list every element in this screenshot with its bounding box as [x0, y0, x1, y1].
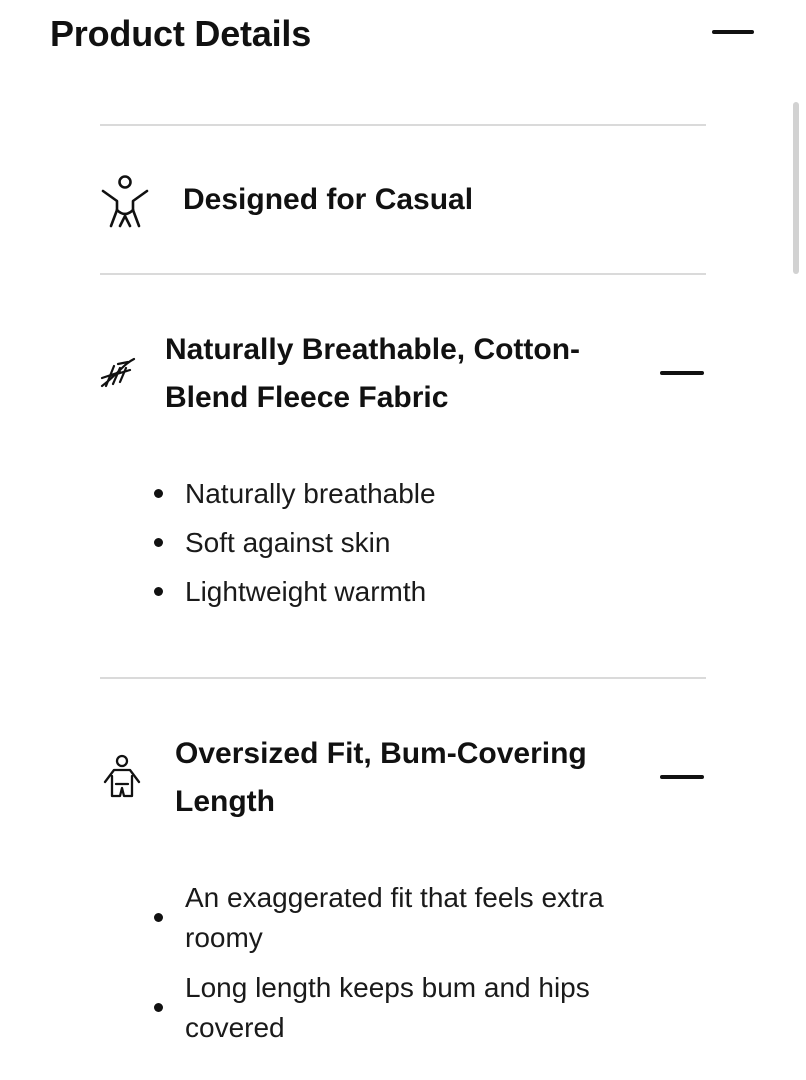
feature-title-line: Length: [175, 785, 275, 818]
fabric-weave-icon: [100, 356, 136, 390]
bullet-text-line: An exaggerated fit that feels extra: [185, 882, 604, 913]
bullet-text-line: roomy: [185, 922, 263, 953]
bullet-dot: [154, 913, 163, 922]
list-item: Naturally breathable: [150, 469, 436, 518]
divider: [100, 124, 706, 126]
collapse-product-details-button[interactable]: [712, 30, 754, 34]
feature-title-fabric: Naturally Breathable, Cotton- Blend Flee…: [165, 326, 580, 422]
minus-icon: [660, 775, 704, 779]
fit-bullet-list: An exaggerated fit that feels extra room…: [150, 878, 604, 1058]
bullet-text-line: covered: [185, 1012, 285, 1043]
divider: [100, 677, 706, 679]
collapse-fabric-button[interactable]: [660, 371, 704, 375]
feature-title-designed-for-casual: Designed for Casual: [183, 183, 474, 216]
minus-icon: [712, 30, 754, 34]
feature-title-line: Blend Fleece Fabric: [165, 381, 449, 414]
divider: [100, 273, 706, 275]
bullet-dot: [154, 587, 163, 596]
list-item: Soft against skin: [150, 518, 436, 567]
bullet-text-line: Long length keeps bum and hips: [185, 972, 590, 1003]
list-item: Lightweight warmth: [150, 567, 436, 616]
list-item: An exaggerated fit that feels extra room…: [150, 878, 604, 968]
bullet-dot: [154, 538, 163, 547]
collapse-oversized-fit-button[interactable]: [660, 775, 704, 779]
bullet-text: Naturally breathable: [185, 478, 436, 509]
bullet-text: Lightweight warmth: [185, 576, 427, 607]
fabric-bullet-list: Naturally breathable Soft against skin L…: [150, 469, 436, 616]
bullet-dot: [154, 1003, 163, 1012]
page-title: Product Details: [50, 13, 312, 54]
bullet-text: Soft against skin: [185, 527, 391, 558]
person-stretch-icon: [100, 174, 150, 228]
scrollbar[interactable]: [793, 102, 799, 274]
bullet-dot: [154, 489, 163, 498]
oversized-fit-icon: [102, 754, 142, 800]
feature-title-line: Naturally Breathable, Cotton-: [165, 333, 581, 366]
list-item: Long length keeps bum and hips covered: [150, 968, 604, 1058]
feature-title-line: Oversized Fit, Bum-Covering: [175, 737, 587, 770]
feature-title-oversized-fit: Oversized Fit, Bum-Covering Length: [175, 730, 587, 826]
minus-icon: [660, 371, 704, 375]
